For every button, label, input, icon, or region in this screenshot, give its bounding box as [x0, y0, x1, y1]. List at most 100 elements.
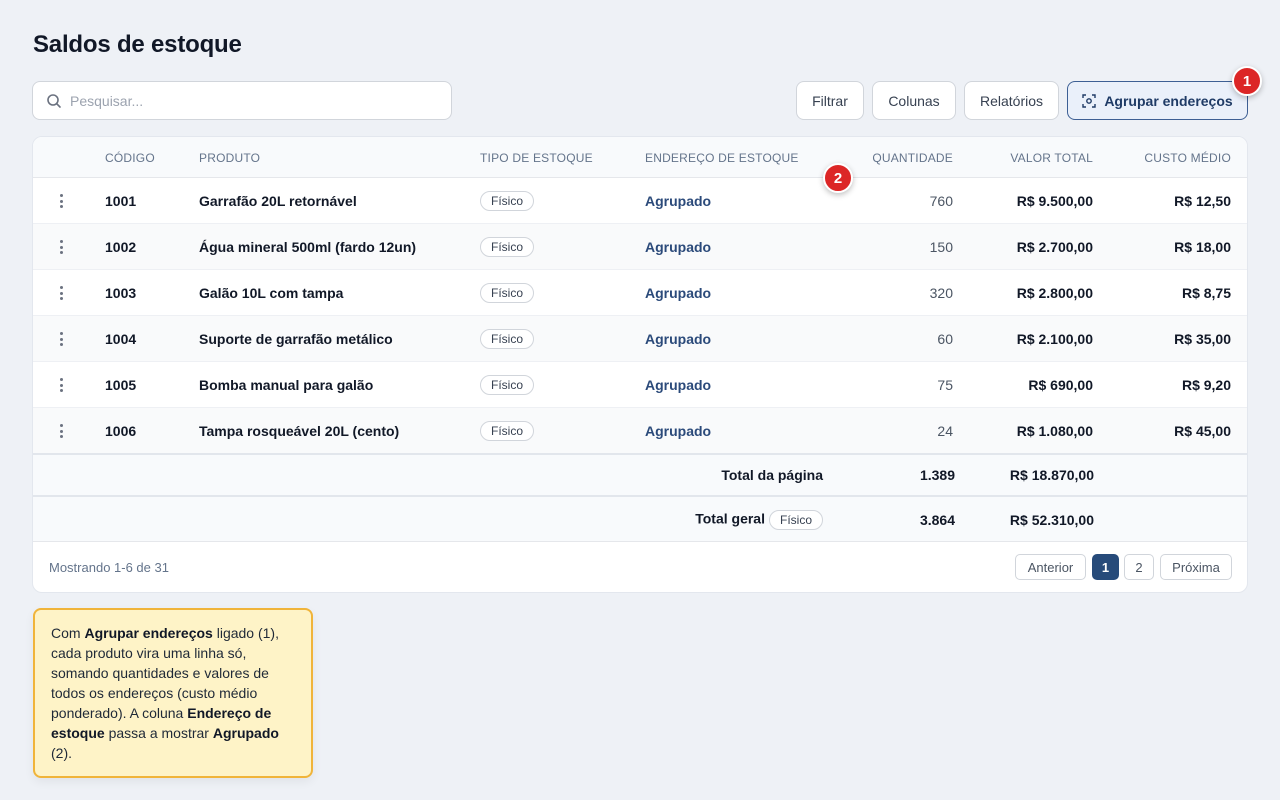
- stock-type-badge: Físico: [480, 191, 535, 211]
- next-page-button[interactable]: Próxima: [1160, 554, 1232, 580]
- stock-type-badge: Físico: [480, 283, 535, 303]
- cell-code: 1003: [105, 285, 137, 301]
- kebab-menu-icon[interactable]: [55, 284, 67, 302]
- page-1-button[interactable]: 1: [1092, 554, 1119, 580]
- cell-total-value: R$ 2.800,00: [1016, 285, 1093, 301]
- stock-type-badge: Físico: [480, 421, 535, 441]
- cell-product: Galão 10L com tampa: [199, 285, 344, 301]
- cell-total-value: R$ 2.700,00: [1016, 239, 1093, 255]
- stock-table: CÓDIGO PRODUTO TIPO DE ESTOQUE ENDEREÇO …: [32, 136, 1248, 593]
- cell-product: Suporte de garrafão metálico: [199, 331, 393, 347]
- cell-quantity: 60: [937, 331, 953, 347]
- filter-button[interactable]: Filtrar: [796, 81, 864, 120]
- note-bold-1: Agrupar endereços: [84, 625, 213, 641]
- note-text-1: Com: [51, 625, 85, 641]
- cell-avg-cost: R$ 35,00: [1174, 331, 1231, 347]
- cell-code: 1006: [105, 423, 137, 439]
- grand-total-row: Total geral Físico 3.864 R$ 52.310,00: [33, 495, 1247, 542]
- group-addresses-toggle[interactable]: Agrupar endereços: [1067, 81, 1248, 120]
- cell-product: Tampa rosqueável 20L (cento): [199, 423, 400, 439]
- cell-product: Garrafão 20L retornável: [199, 193, 357, 209]
- cell-avg-cost: R$ 8,75: [1181, 285, 1231, 301]
- cell-code: 1005: [105, 377, 137, 393]
- table-row: 1003 Galão 10L com tampa Físico Agrupado…: [33, 270, 1247, 316]
- stock-type-badge: Físico: [480, 329, 535, 349]
- search-input[interactable]: [70, 92, 430, 109]
- group-addresses-label: Agrupar endereços: [1104, 92, 1233, 109]
- step-marker-2: 2: [823, 163, 853, 193]
- header-avg-cost[interactable]: CUSTO MÉDIO: [1144, 151, 1231, 165]
- grand-total-quantity: 3.864: [919, 512, 955, 528]
- cell-product: Bomba manual para galão: [199, 377, 374, 393]
- columns-button[interactable]: Colunas: [872, 81, 956, 120]
- table-row: 1004 Suporte de garrafão metálico Físico…: [33, 316, 1247, 362]
- kebab-menu-icon[interactable]: [55, 238, 67, 256]
- table-header: CÓDIGO PRODUTO TIPO DE ESTOQUE ENDEREÇO …: [33, 137, 1247, 178]
- table-row: 1006 Tampa rosqueável 20L (cento) Físico…: [33, 408, 1247, 454]
- grand-total-label: Total geral: [695, 510, 765, 527]
- cell-address[interactable]: Agrupado: [645, 193, 711, 209]
- annotation-note: Com Agrupar endereços ligado (1), cada p…: [33, 608, 313, 778]
- header-quantity[interactable]: QUANTIDADE: [872, 151, 953, 165]
- page-title: Saldos de estoque: [33, 31, 242, 58]
- header-stock-type[interactable]: TIPO DE ESTOQUE: [480, 151, 593, 165]
- cell-total-value: R$ 690,00: [1028, 377, 1093, 393]
- header-code[interactable]: CÓDIGO: [105, 151, 155, 165]
- columns-button-label: Colunas: [888, 92, 940, 109]
- cell-product: Água mineral 500ml (fardo 12un): [199, 239, 417, 255]
- step-marker-1: 1: [1232, 66, 1262, 96]
- reports-button[interactable]: Relatórios: [964, 81, 1059, 120]
- table-row: 1002 Água mineral 500ml (fardo 12un) Fís…: [33, 224, 1247, 270]
- grand-total-value: R$ 52.310,00: [1009, 512, 1094, 528]
- showing-count: Mostrando 1-6 de 31: [49, 560, 169, 575]
- cell-address[interactable]: Agrupado: [645, 423, 711, 439]
- cell-avg-cost: R$ 18,00: [1174, 239, 1231, 255]
- header-product[interactable]: PRODUTO: [199, 151, 260, 165]
- kebab-menu-icon[interactable]: [55, 422, 67, 440]
- group-addresses-icon: [1082, 93, 1097, 108]
- stock-type-badge: Físico: [480, 375, 535, 395]
- kebab-menu-icon[interactable]: [55, 330, 67, 348]
- header-total-value[interactable]: VALOR TOTAL: [1010, 151, 1093, 165]
- header-address[interactable]: ENDEREÇO DE ESTOQUE: [645, 151, 799, 165]
- note-text-4: (2).: [51, 745, 72, 761]
- page-total-row: Total da página 1.389 R$ 18.870,00: [33, 453, 1247, 495]
- cell-avg-cost: R$ 45,00: [1174, 423, 1231, 439]
- cell-code: 1002: [105, 239, 137, 255]
- cell-total-value: R$ 9.500,00: [1016, 193, 1093, 209]
- cell-code: 1001: [105, 193, 137, 209]
- cell-quantity: 760: [929, 193, 953, 209]
- cell-avg-cost: R$ 12,50: [1174, 193, 1231, 209]
- table-row: 1001 Garrafão 20L retornável Físico Agru…: [33, 178, 1247, 224]
- search-box[interactable]: [32, 81, 452, 120]
- cell-address[interactable]: Agrupado: [645, 331, 711, 347]
- cell-avg-cost: R$ 9,20: [1181, 377, 1231, 393]
- cell-total-value: R$ 1.080,00: [1016, 423, 1093, 439]
- cell-quantity: 320: [929, 285, 953, 301]
- page-total-label: Total da página: [721, 467, 823, 483]
- cell-address[interactable]: Agrupado: [645, 285, 711, 301]
- cell-address[interactable]: Agrupado: [645, 239, 711, 255]
- grand-total-label-group: Total geral Físico: [695, 510, 823, 530]
- page-total-value: R$ 18.870,00: [1009, 467, 1094, 483]
- page-total-quantity: 1.389: [919, 467, 955, 483]
- cell-code: 1004: [105, 331, 137, 347]
- cell-quantity: 75: [937, 377, 953, 393]
- kebab-menu-icon[interactable]: [55, 192, 67, 210]
- cell-address[interactable]: Agrupado: [645, 377, 711, 393]
- table-row: 1005 Bomba manual para galão Físico Agru…: [33, 362, 1247, 408]
- note-text-3: passa a mostrar: [104, 725, 213, 741]
- table-footer: Mostrando 1-6 de 31 Anterior 1 2 Próxima: [33, 542, 1247, 592]
- filter-button-label: Filtrar: [812, 92, 848, 109]
- search-icon: [47, 93, 61, 108]
- page-2-button[interactable]: 2: [1124, 554, 1154, 580]
- cell-quantity: 150: [929, 239, 953, 255]
- cell-total-value: R$ 2.100,00: [1016, 331, 1093, 347]
- kebab-menu-icon[interactable]: [55, 376, 67, 394]
- cell-quantity: 24: [937, 423, 953, 439]
- note-bold-3: Agrupado: [212, 725, 279, 741]
- reports-button-label: Relatórios: [979, 92, 1044, 109]
- stock-type-badge: Físico: [480, 237, 535, 257]
- previous-page-button[interactable]: Anterior: [1015, 554, 1086, 580]
- stock-type-badge: Físico: [768, 510, 823, 530]
